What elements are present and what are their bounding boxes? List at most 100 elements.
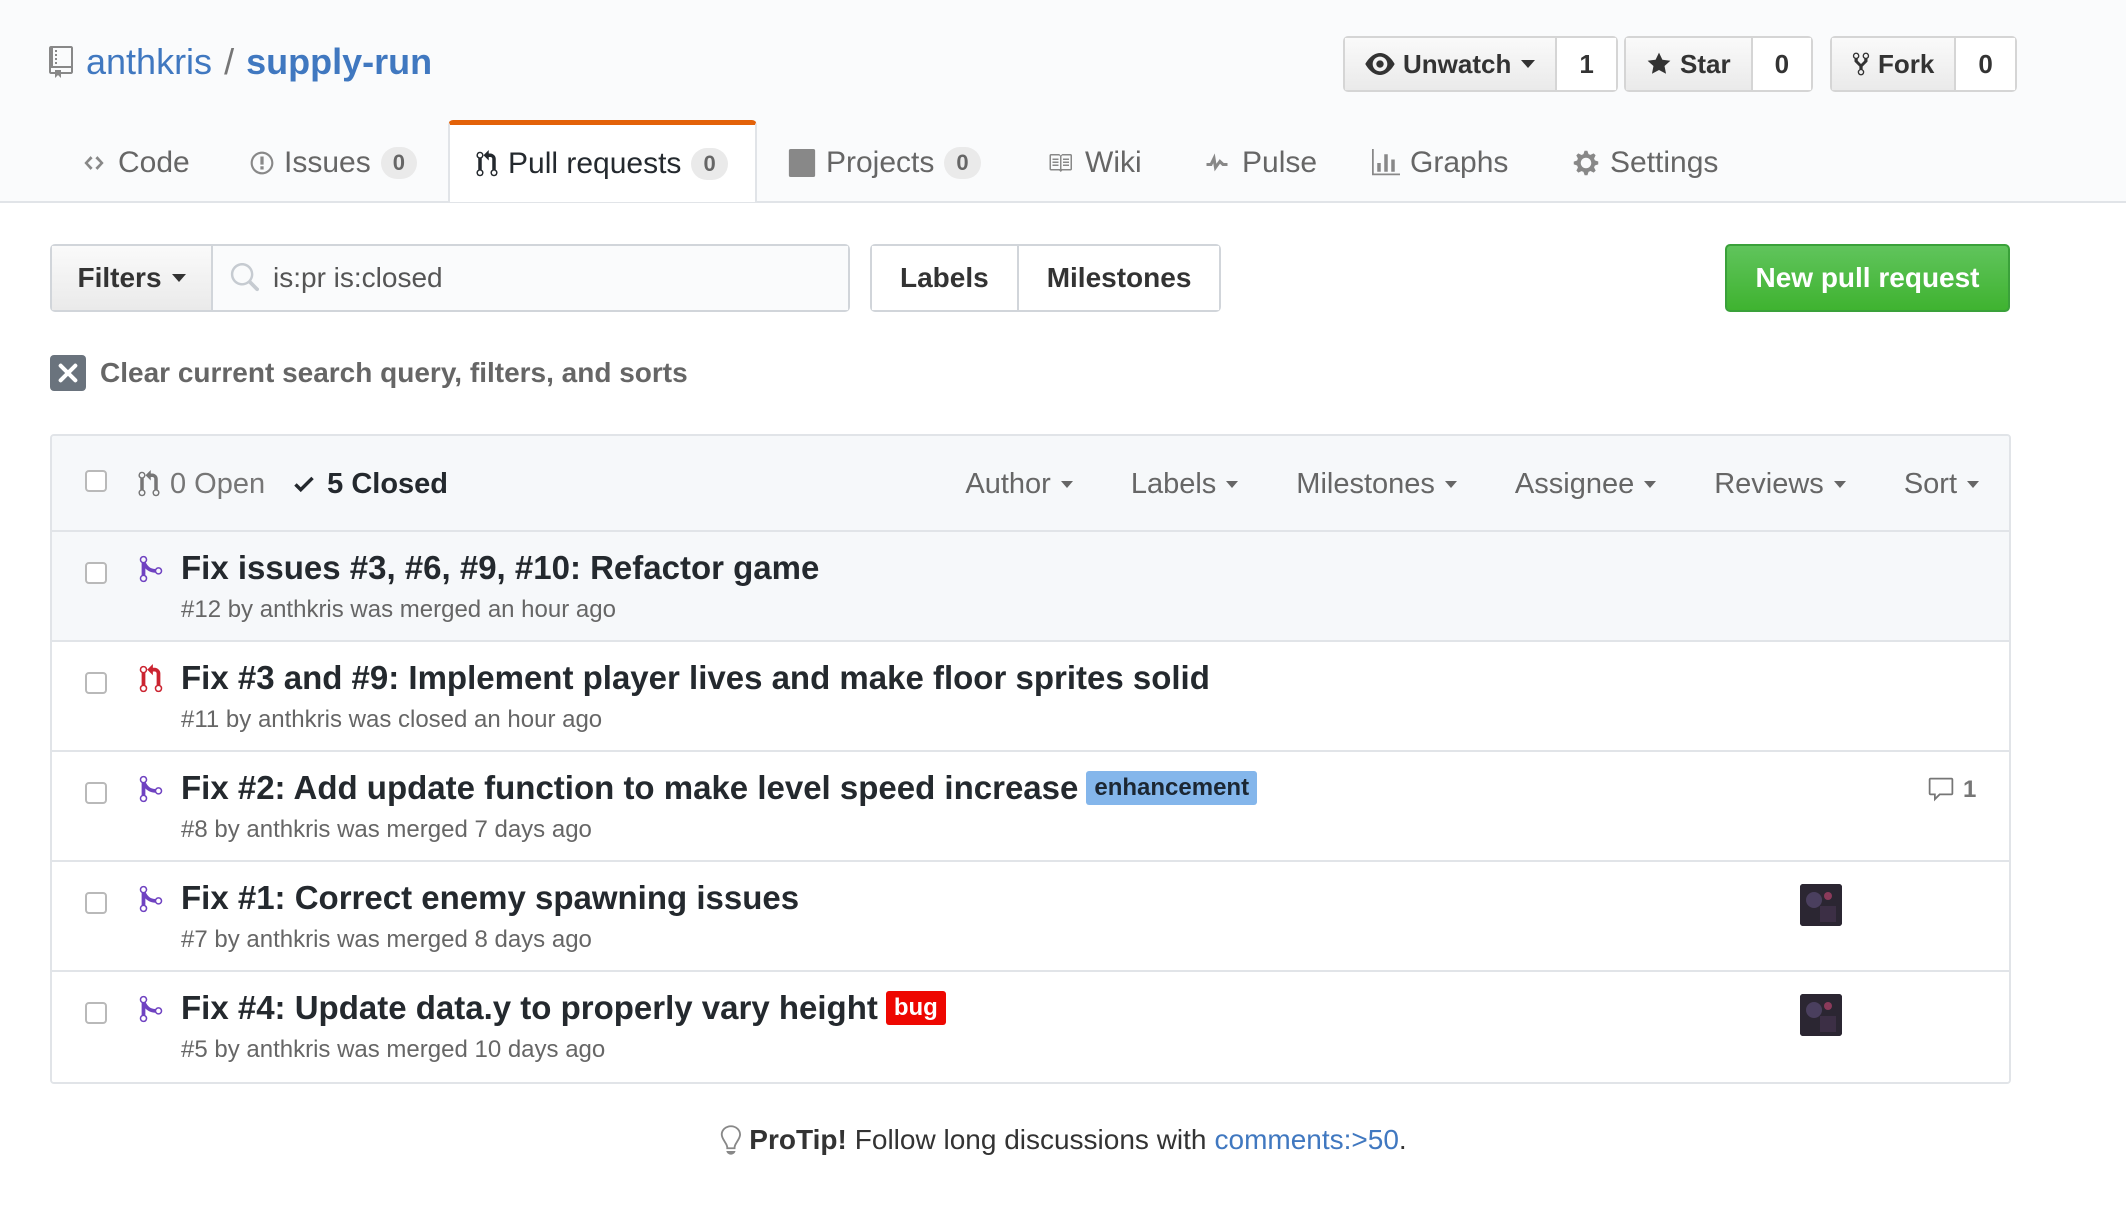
watch-group: Unwatch 1	[1343, 36, 1618, 92]
closed-filter-link[interactable]: 5 Closed	[291, 468, 448, 501]
row-checkbox[interactable]	[85, 782, 107, 804]
watchers-count[interactable]: 1	[1557, 38, 1616, 90]
pr-meta: #12 by anthkris was merged an hour ago	[181, 596, 616, 623]
code-icon	[84, 156, 104, 170]
fork-group: Fork 0	[1830, 36, 2017, 92]
label-enhancement[interactable]: enhancement	[1086, 771, 1258, 805]
pr-title-link[interactable]: Fix #1: Correct enemy spawning issues	[181, 876, 799, 920]
list-header: 0 Open 5 Closed Author Labels Milestones…	[52, 436, 2009, 532]
filter-label: Reviews	[1714, 467, 1824, 500]
select-all-checkbox[interactable]	[85, 470, 107, 492]
pulse-icon	[1206, 153, 1228, 172]
book-icon	[1049, 154, 1072, 172]
protip-link[interactable]: comments:>50	[1215, 1124, 1399, 1156]
pr-title: Fix #4: Update data.y to properly vary h…	[181, 989, 878, 1026]
chevron-down-icon	[1521, 60, 1536, 68]
row-checkbox[interactable]	[85, 892, 107, 914]
pr-title: Fix #2: Add update function to make leve…	[181, 769, 1079, 806]
pr-title-link[interactable]: Fix issues #3, #6, #9, #10: Refactor gam…	[181, 546, 819, 590]
protip-end: .	[1398, 1124, 1407, 1155]
list-item: Fix #3 and #9: Implement player lives an…	[52, 642, 2009, 752]
tab-settings[interactable]: Settings	[1572, 122, 1718, 204]
pull-request-icon	[138, 470, 160, 497]
label-bug[interactable]: bug	[885, 991, 946, 1025]
projects-counter: 0	[944, 147, 981, 179]
labels-milestones-group: Labels Milestones	[870, 244, 1222, 312]
tab-projects[interactable]: Projects 0	[788, 122, 981, 204]
tab-pull-requests[interactable]: Pull requests 0	[448, 120, 757, 202]
merged-icon	[139, 995, 163, 1023]
tab-pulse[interactable]: Pulse	[1202, 122, 1317, 204]
pr-title-link[interactable]: Fix #4: Update data.y to properly vary h…	[181, 986, 946, 1030]
tab-label: Settings	[1610, 146, 1719, 179]
assignee-avatar[interactable]	[1800, 994, 1842, 1036]
light-bulb-icon	[721, 1125, 742, 1155]
repo-header: anthkris / supply-run Unwatch 1 Star 0 F…	[0, 0, 2126, 203]
forks-count[interactable]: 0	[1956, 38, 2015, 90]
closed-count-label: 5 Closed	[327, 467, 449, 500]
merged-icon	[139, 775, 163, 803]
unwatch-button[interactable]: Unwatch	[1345, 38, 1558, 90]
row-checkbox[interactable]	[85, 672, 107, 694]
comment-icon	[1928, 777, 1954, 802]
author-filter[interactable]: Author	[965, 468, 1073, 501]
graph-icon	[1372, 149, 1400, 176]
table-filters: Author Labels Milestones Assignee Review…	[907, 436, 1979, 532]
labels-button[interactable]: Labels	[872, 246, 1017, 310]
list-item: Fix #1: Correct enemy spawning issues #7…	[52, 862, 2009, 972]
reviews-filter[interactable]: Reviews	[1714, 468, 1846, 501]
tab-code[interactable]: Code	[80, 122, 190, 204]
open-count-label: 0 Open	[170, 467, 266, 500]
issue-icon	[250, 151, 274, 175]
repo-name-link[interactable]: supply-run	[246, 41, 432, 83]
repo-title: anthkris / supply-run	[48, 38, 432, 86]
fork-button[interactable]: Fork	[1832, 38, 1957, 90]
labels-filter[interactable]: Labels	[1131, 468, 1239, 501]
new-pull-request-button[interactable]: New pull request	[1725, 244, 2010, 312]
tab-label: Graphs	[1410, 146, 1509, 179]
assignee-filter[interactable]: Assignee	[1515, 468, 1657, 501]
filter-label: Milestones	[1296, 467, 1435, 500]
milestones-filter[interactable]: Milestones	[1296, 468, 1457, 501]
chevron-down-icon	[1833, 480, 1846, 488]
star-button[interactable]: Star	[1626, 38, 1753, 90]
pr-meta: #11 by anthkris was closed an hour ago	[181, 706, 603, 733]
protip-text: Follow long discussions with	[854, 1124, 1207, 1155]
chevron-down-icon	[1060, 480, 1073, 488]
tab-label: Code	[118, 146, 190, 179]
assignee-avatar[interactable]	[1800, 884, 1842, 926]
star-label: Star	[1680, 48, 1731, 79]
pr-meta: #5 by anthkris was merged 10 days ago	[181, 1036, 606, 1063]
chevron-down-icon	[171, 274, 186, 282]
close-icon	[50, 355, 86, 391]
stars-count[interactable]: 0	[1752, 38, 1812, 90]
tab-graphs[interactable]: Graphs	[1372, 122, 1508, 204]
pr-title-link[interactable]: Fix #3 and #9: Implement player lives an…	[181, 656, 1210, 700]
repo-separator: /	[224, 41, 235, 82]
merged-icon	[139, 885, 163, 913]
protip-strong: ProTip!	[749, 1124, 847, 1155]
merged-icon	[139, 555, 163, 583]
row-checkbox[interactable]	[85, 1002, 107, 1024]
clear-query-link[interactable]: Clear current search query, filters, and…	[50, 354, 688, 392]
comment-count: 1	[1963, 776, 1977, 803]
tab-issues[interactable]: Issues 0	[250, 122, 417, 204]
open-filter-link[interactable]: 0 Open	[138, 468, 265, 501]
search-input[interactable]: is:pr is:closed	[213, 246, 848, 310]
pr-title-link[interactable]: Fix #2: Add update function to make leve…	[181, 766, 1258, 810]
sort-filter[interactable]: Sort	[1904, 468, 1979, 501]
filters-button[interactable]: Filters	[52, 246, 213, 310]
pr-title: Fix #1: Correct enemy spawning issues	[181, 879, 800, 916]
comment-count-link[interactable]: 1	[1927, 776, 1976, 804]
search-icon	[230, 263, 259, 292]
issues-counter: 0	[380, 147, 417, 179]
chevron-down-icon	[1444, 480, 1457, 488]
row-checkbox[interactable]	[85, 562, 107, 584]
milestones-button[interactable]: Milestones	[1016, 246, 1220, 310]
tab-wiki[interactable]: Wiki	[1045, 122, 1142, 204]
check-icon	[294, 476, 314, 493]
filters-label: Filters	[77, 262, 162, 293]
chevron-down-icon	[1644, 480, 1657, 488]
repo-owner-link[interactable]: anthkris	[86, 41, 212, 83]
pr-title: Fix #3 and #9: Implement player lives an…	[181, 659, 1210, 696]
